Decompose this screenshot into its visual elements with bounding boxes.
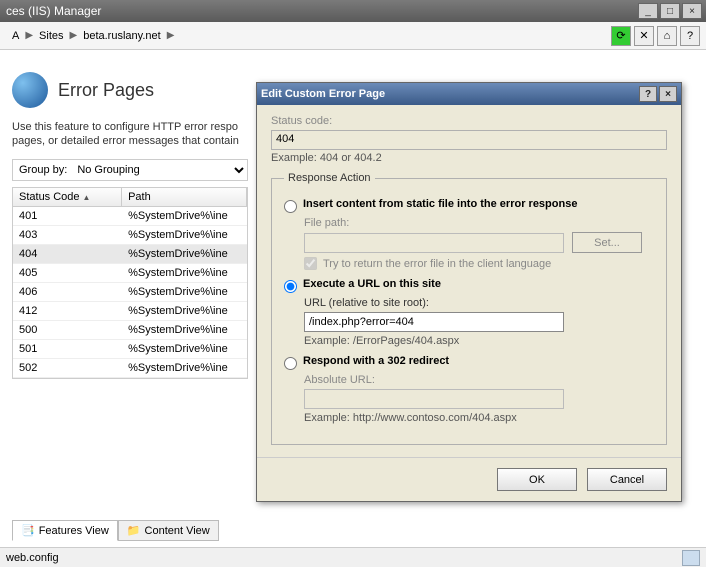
status-code-field: 404	[271, 130, 667, 150]
tab-features-view[interactable]: 📑 Features View	[12, 520, 118, 541]
dialog-help-button[interactable]: ?	[639, 86, 657, 102]
cancel-button[interactable]: Cancel	[587, 468, 667, 491]
refresh-icon[interactable]: ⟳	[611, 26, 631, 46]
cell-path: %SystemDrive%\ine	[122, 245, 247, 263]
absolute-url-input	[304, 389, 564, 409]
cell-path: %SystemDrive%\ine	[122, 321, 247, 339]
stop-icon[interactable]: ✕	[634, 26, 654, 46]
cell-path: %SystemDrive%\ine	[122, 226, 247, 244]
tab-content-view[interactable]: 📁 Content View	[118, 520, 219, 541]
dialog-titlebar: Edit Custom Error Page ? ×	[257, 83, 681, 105]
dialog-title: Edit Custom Error Page	[261, 88, 637, 100]
group-by-select[interactable]: No Grouping	[73, 160, 247, 180]
close-button[interactable]: ×	[682, 3, 702, 19]
crumb-root[interactable]: A	[6, 30, 25, 42]
chevron-right-icon: ▶	[167, 30, 175, 41]
cell-status-code: 404	[13, 245, 122, 263]
error-pages-grid: Status Code▲ Path 401%SystemDrive%\ine40…	[12, 187, 248, 379]
minimize-button[interactable]: _	[638, 3, 658, 19]
table-row[interactable]: 502%SystemDrive%\ine	[13, 359, 247, 378]
table-row[interactable]: 412%SystemDrive%\ine	[13, 302, 247, 321]
home-icon[interactable]: ⌂	[657, 26, 677, 46]
status-bar: web.config	[0, 547, 706, 567]
chevron-right-icon: ▶	[25, 30, 33, 41]
cell-path: %SystemDrive%\ine	[122, 340, 247, 358]
table-row[interactable]: 405%SystemDrive%\ine	[13, 264, 247, 283]
url-label: URL (relative to site root):	[304, 297, 654, 309]
cell-path: %SystemDrive%\ine	[122, 283, 247, 301]
cell-status-code: 406	[13, 283, 122, 301]
group-by-label: Group by:	[13, 161, 73, 179]
breadcrumb: A ▶ Sites ▶ beta.ruslany.net ▶ ⟳ ✕ ⌂ ?	[0, 22, 706, 50]
crumb-site[interactable]: beta.ruslany.net	[77, 30, 166, 42]
edit-error-page-dialog: Edit Custom Error Page ? × Status code: …	[256, 82, 682, 502]
file-path-input	[304, 233, 564, 253]
crumb-sites[interactable]: Sites	[33, 30, 69, 42]
radio-execute-url[interactable]	[284, 280, 297, 293]
status-code-example: Example: 404 or 404.2	[271, 152, 667, 164]
grid-header: Status Code▲ Path	[13, 188, 247, 207]
page-description: Use this feature to configure HTTP error…	[12, 120, 248, 149]
content-icon: 📁	[127, 524, 141, 537]
cell-status-code: 403	[13, 226, 122, 244]
absolute-url-label: Absolute URL:	[304, 374, 654, 386]
table-row[interactable]: 500%SystemDrive%\ine	[13, 321, 247, 340]
view-tabs: 📑 Features View 📁 Content View	[12, 520, 219, 541]
features-icon: 📑	[21, 524, 35, 537]
table-row[interactable]: 501%SystemDrive%\ine	[13, 340, 247, 359]
url-example: Example: /ErrorPages/404.aspx	[304, 335, 654, 347]
client-language-checkbox	[304, 257, 317, 270]
error-pages-icon	[12, 72, 48, 108]
radio-redirect[interactable]	[284, 357, 297, 370]
response-action-legend: Response Action	[284, 172, 375, 184]
help-icon[interactable]: ?	[680, 26, 700, 46]
radio-static-file[interactable]	[284, 200, 297, 213]
opt-static-label: Insert content from static file into the…	[303, 198, 577, 210]
col-status-code[interactable]: Status Code▲	[13, 188, 122, 206]
status-config-file: web.config	[6, 552, 59, 564]
table-row[interactable]: 403%SystemDrive%\ine	[13, 226, 247, 245]
cell-path: %SystemDrive%\ine	[122, 207, 247, 225]
cell-status-code: 401	[13, 207, 122, 225]
col-path[interactable]: Path	[122, 188, 247, 206]
table-row[interactable]: 406%SystemDrive%\ine	[13, 283, 247, 302]
table-row[interactable]: 404%SystemDrive%\ine	[13, 245, 247, 264]
cell-status-code: 500	[13, 321, 122, 339]
main-panel: Error Pages Use this feature to configur…	[12, 72, 248, 379]
table-row[interactable]: 401%SystemDrive%\ine	[13, 207, 247, 226]
url-input[interactable]	[304, 312, 564, 332]
cell-status-code: 412	[13, 302, 122, 320]
client-language-label: Try to return the error file in the clie…	[323, 258, 551, 270]
dialog-close-button[interactable]: ×	[659, 86, 677, 102]
status-code-label: Status code:	[271, 115, 667, 127]
page-title: Error Pages	[58, 80, 154, 101]
maximize-button[interactable]: □	[660, 3, 680, 19]
set-button: Set...	[572, 232, 642, 253]
cell-status-code: 502	[13, 359, 122, 377]
window-title: ces (IIS) Manager	[4, 4, 636, 18]
window-titlebar: ces (IIS) Manager _ □ ×	[0, 0, 706, 22]
response-action-group: Response Action Insert content from stat…	[271, 172, 667, 445]
file-path-label: File path:	[304, 217, 654, 229]
absolute-url-example: Example: http://www.contoso.com/404.aspx	[304, 412, 654, 424]
cell-path: %SystemDrive%\ine	[122, 264, 247, 282]
cell-status-code: 405	[13, 264, 122, 282]
cell-path: %SystemDrive%\ine	[122, 359, 247, 377]
opt-execute-label: Execute a URL on this site	[303, 278, 441, 290]
cell-status-code: 501	[13, 340, 122, 358]
status-icon	[682, 550, 700, 566]
group-by-row: Group by: No Grouping	[12, 159, 248, 181]
ok-button[interactable]: OK	[497, 468, 577, 491]
sort-asc-icon: ▲	[83, 193, 91, 202]
opt-redirect-label: Respond with a 302 redirect	[303, 355, 449, 367]
chevron-right-icon: ▶	[70, 30, 78, 41]
cell-path: %SystemDrive%\ine	[122, 302, 247, 320]
